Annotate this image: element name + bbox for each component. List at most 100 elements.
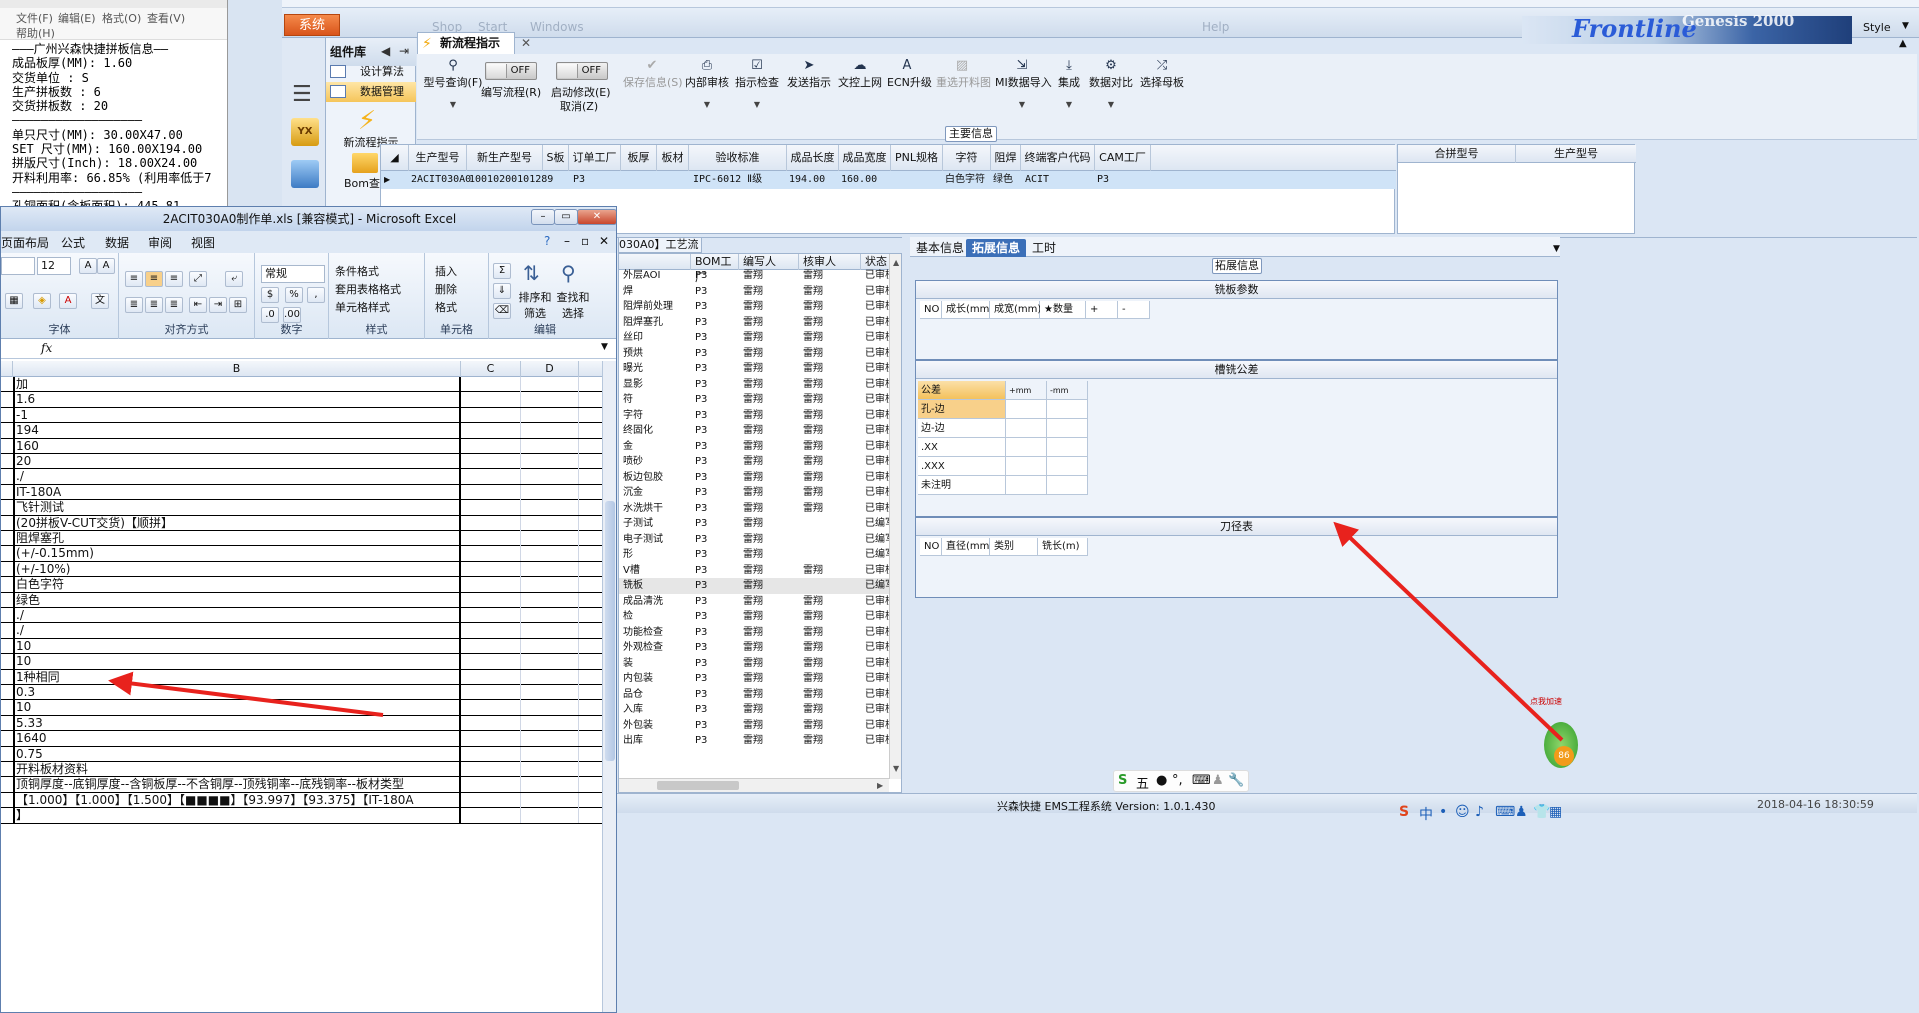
insert-cells-button[interactable]: 插入: [435, 263, 457, 279]
save-info-button[interactable]: ✔ 保存信息(S): [623, 58, 683, 120]
shrink-font-icon[interactable]: A: [97, 258, 115, 274]
table-row[interactable]: 外观检查 P3 雷翔 雷翔 已审核: [619, 640, 895, 656]
cell-b[interactable]: 】: [13, 808, 461, 824]
table-row[interactable]: 品仓 P3 雷翔 雷翔 已审核: [619, 687, 895, 703]
mi-data-import-button[interactable]: ⇲ MI数据导入 ▼: [995, 58, 1052, 120]
cell-d[interactable]: [521, 469, 579, 485]
column-header[interactable]: S板: [543, 145, 569, 171]
cell-b[interactable]: 10: [13, 654, 461, 670]
cell-model[interactable]: 2ACIT030A0: [411, 171, 471, 189]
cell-c[interactable]: [461, 638, 521, 654]
internal-review-button[interactable]: ⎙ 内部审核 ▼: [685, 58, 729, 120]
cell-c[interactable]: [461, 608, 521, 623]
cell-c[interactable]: [461, 392, 521, 408]
shirt-icon[interactable]: 👕: [1533, 804, 1550, 820]
table-row[interactable]: 成品清洗 P3 雷翔 雷翔 已审核: [619, 594, 895, 610]
scroll-up-icon[interactable]: ▲: [893, 258, 899, 267]
maximize-icon[interactable]: ▭: [554, 209, 578, 225]
column-header[interactable]: 合拼型号: [1398, 145, 1516, 163]
column-header[interactable]: 直径(mm): [942, 538, 993, 556]
delete-cells-button[interactable]: 删除: [435, 281, 457, 297]
column-header[interactable]: PNL规格: [891, 145, 943, 171]
cell-b[interactable]: 顶铜厚度--底铜厚度--含铜板厚--不含铜厚--顶残铜率--底残铜率--板材类型: [13, 777, 461, 793]
cell-c[interactable]: [461, 623, 521, 639]
cell-d[interactable]: [521, 700, 579, 716]
chinese-mode-icon[interactable]: 中: [1419, 804, 1433, 824]
cell-d[interactable]: [521, 407, 579, 423]
cell-b[interactable]: 1.6: [13, 392, 461, 408]
cell-b[interactable]: 0.3: [13, 685, 461, 700]
write-flow-toggle[interactable]: OFF: [485, 62, 537, 80]
expand-formula-icon[interactable]: ▼: [601, 342, 608, 352]
table-row[interactable]: 预烘 P3 雷翔 雷翔 已审核: [619, 346, 895, 362]
tolerance-value-cell[interactable]: [1047, 438, 1088, 457]
table-row[interactable]: 子测试 P3 雷翔 已编写: [619, 516, 895, 532]
chevron-down-icon[interactable]: ▼: [1089, 100, 1133, 109]
table-row[interactable]: 装 P3 雷翔 雷翔 已审核: [619, 656, 895, 672]
keyboard-icon[interactable]: ⌨: [1192, 773, 1211, 788]
tolerance-value-cell[interactable]: [1006, 457, 1047, 476]
cell-c[interactable]: [461, 685, 521, 700]
cell-c[interactable]: [461, 546, 521, 562]
cell-d[interactable]: [521, 731, 579, 747]
select-all-corner[interactable]: [1, 361, 13, 377]
grow-font-icon[interactable]: A: [79, 258, 97, 274]
column-header[interactable]: 板厚: [621, 145, 657, 171]
tolerance-row-label[interactable]: .XX: [918, 438, 1006, 457]
table-row[interactable]: 内包装 P3 雷翔 雷翔 已审核: [619, 671, 895, 687]
table-row[interactable]: 丝印 P3 雷翔 雷翔 已审核: [619, 330, 895, 346]
cell-d[interactable]: [521, 792, 579, 808]
remove-column-header[interactable]: -: [1118, 301, 1150, 319]
number-format-select[interactable]: 常规: [261, 265, 325, 283]
table-row[interactable]: 符 P3 雷翔 雷翔 已审核: [619, 392, 895, 408]
table-row[interactable]: 形 P3 雷翔 已编写: [619, 547, 895, 563]
format-as-table-button[interactable]: 套用表格格式: [335, 281, 401, 297]
scroll-thumb[interactable]: [605, 501, 615, 761]
select-motherboard-button[interactable]: ⤮ 选择母板: [1139, 58, 1185, 120]
table-row[interactable]: 电子测试 P3 雷翔 已编写: [619, 532, 895, 548]
table-row[interactable]: V槽 P3 雷翔 雷翔 已审核: [619, 563, 895, 579]
chevron-down-icon[interactable]: ▼: [685, 100, 729, 109]
table-row[interactable]: 水洗烘干 P3 雷翔 雷翔 已审核: [619, 501, 895, 517]
keyboard-icon[interactable]: ⌨: [1495, 804, 1515, 820]
tolerance-row-label[interactable]: 边-边: [918, 419, 1006, 438]
cell-b[interactable]: ./: [13, 608, 461, 623]
hamburger-menu-icon[interactable]: ☰: [292, 82, 312, 107]
tolerance-value-cell[interactable]: [1047, 400, 1088, 419]
vertical-scrollbar[interactable]: [602, 361, 616, 1012]
cell-d[interactable]: [521, 654, 579, 670]
vertical-scrollbar[interactable]: ▲ ▼: [889, 254, 901, 779]
cell-solder-mask[interactable]: 绿色: [993, 171, 1013, 189]
model-query-button[interactable]: ⚲ 型号查询(F) ▼: [423, 58, 483, 120]
cell-c[interactable]: [461, 669, 521, 685]
scroll-down-icon[interactable]: ▼: [893, 764, 899, 773]
table-row[interactable]: 外层AOI P3 雷翔 雷翔 已审核: [619, 268, 895, 284]
cell-b[interactable]: 10: [13, 700, 461, 716]
column-header[interactable]: ★数量: [1040, 301, 1086, 319]
menu-view[interactable]: 查看(V): [147, 10, 185, 26]
add-column-header[interactable]: +: [1086, 301, 1118, 319]
column-header[interactable]: 板材: [657, 145, 689, 171]
wrench-icon[interactable]: 🔧: [1228, 773, 1244, 788]
tolerance-row-label[interactable]: 未注明: [918, 476, 1006, 495]
format-cells-button[interactable]: 格式: [435, 299, 457, 315]
cell-d[interactable]: [521, 623, 579, 639]
cell-silkscreen[interactable]: 白色字符: [945, 171, 985, 189]
cell-d[interactable]: [521, 500, 579, 516]
punctuation-icon[interactable]: ●: [1156, 773, 1167, 788]
cell-d[interactable]: [521, 531, 579, 546]
scroll-thumb[interactable]: [657, 781, 739, 790]
reselect-cutting-chart-button[interactable]: ▨ 重选开料图: [936, 58, 991, 120]
table-row[interactable]: 入库 P3 雷翔 雷翔 已审核: [619, 702, 895, 718]
chevron-down-icon[interactable]: ▼: [1902, 21, 1909, 31]
align-left-icon[interactable]: ≣: [125, 297, 143, 313]
formula-bar[interactable]: fx ▼: [1, 339, 616, 359]
column-header[interactable]: 生产型号: [1516, 145, 1636, 163]
system-menu-button[interactable]: 系统: [284, 14, 340, 36]
chevron-down-icon[interactable]: ▼: [995, 100, 1049, 109]
tolerance-row-label[interactable]: 孔-边: [918, 400, 1006, 419]
cell-c[interactable]: [461, 484, 521, 500]
cell-c[interactable]: [461, 561, 521, 577]
column-header[interactable]: 公差: [918, 381, 1006, 400]
doc-control-upload-button[interactable]: ☁ 文控上网: [838, 58, 882, 120]
